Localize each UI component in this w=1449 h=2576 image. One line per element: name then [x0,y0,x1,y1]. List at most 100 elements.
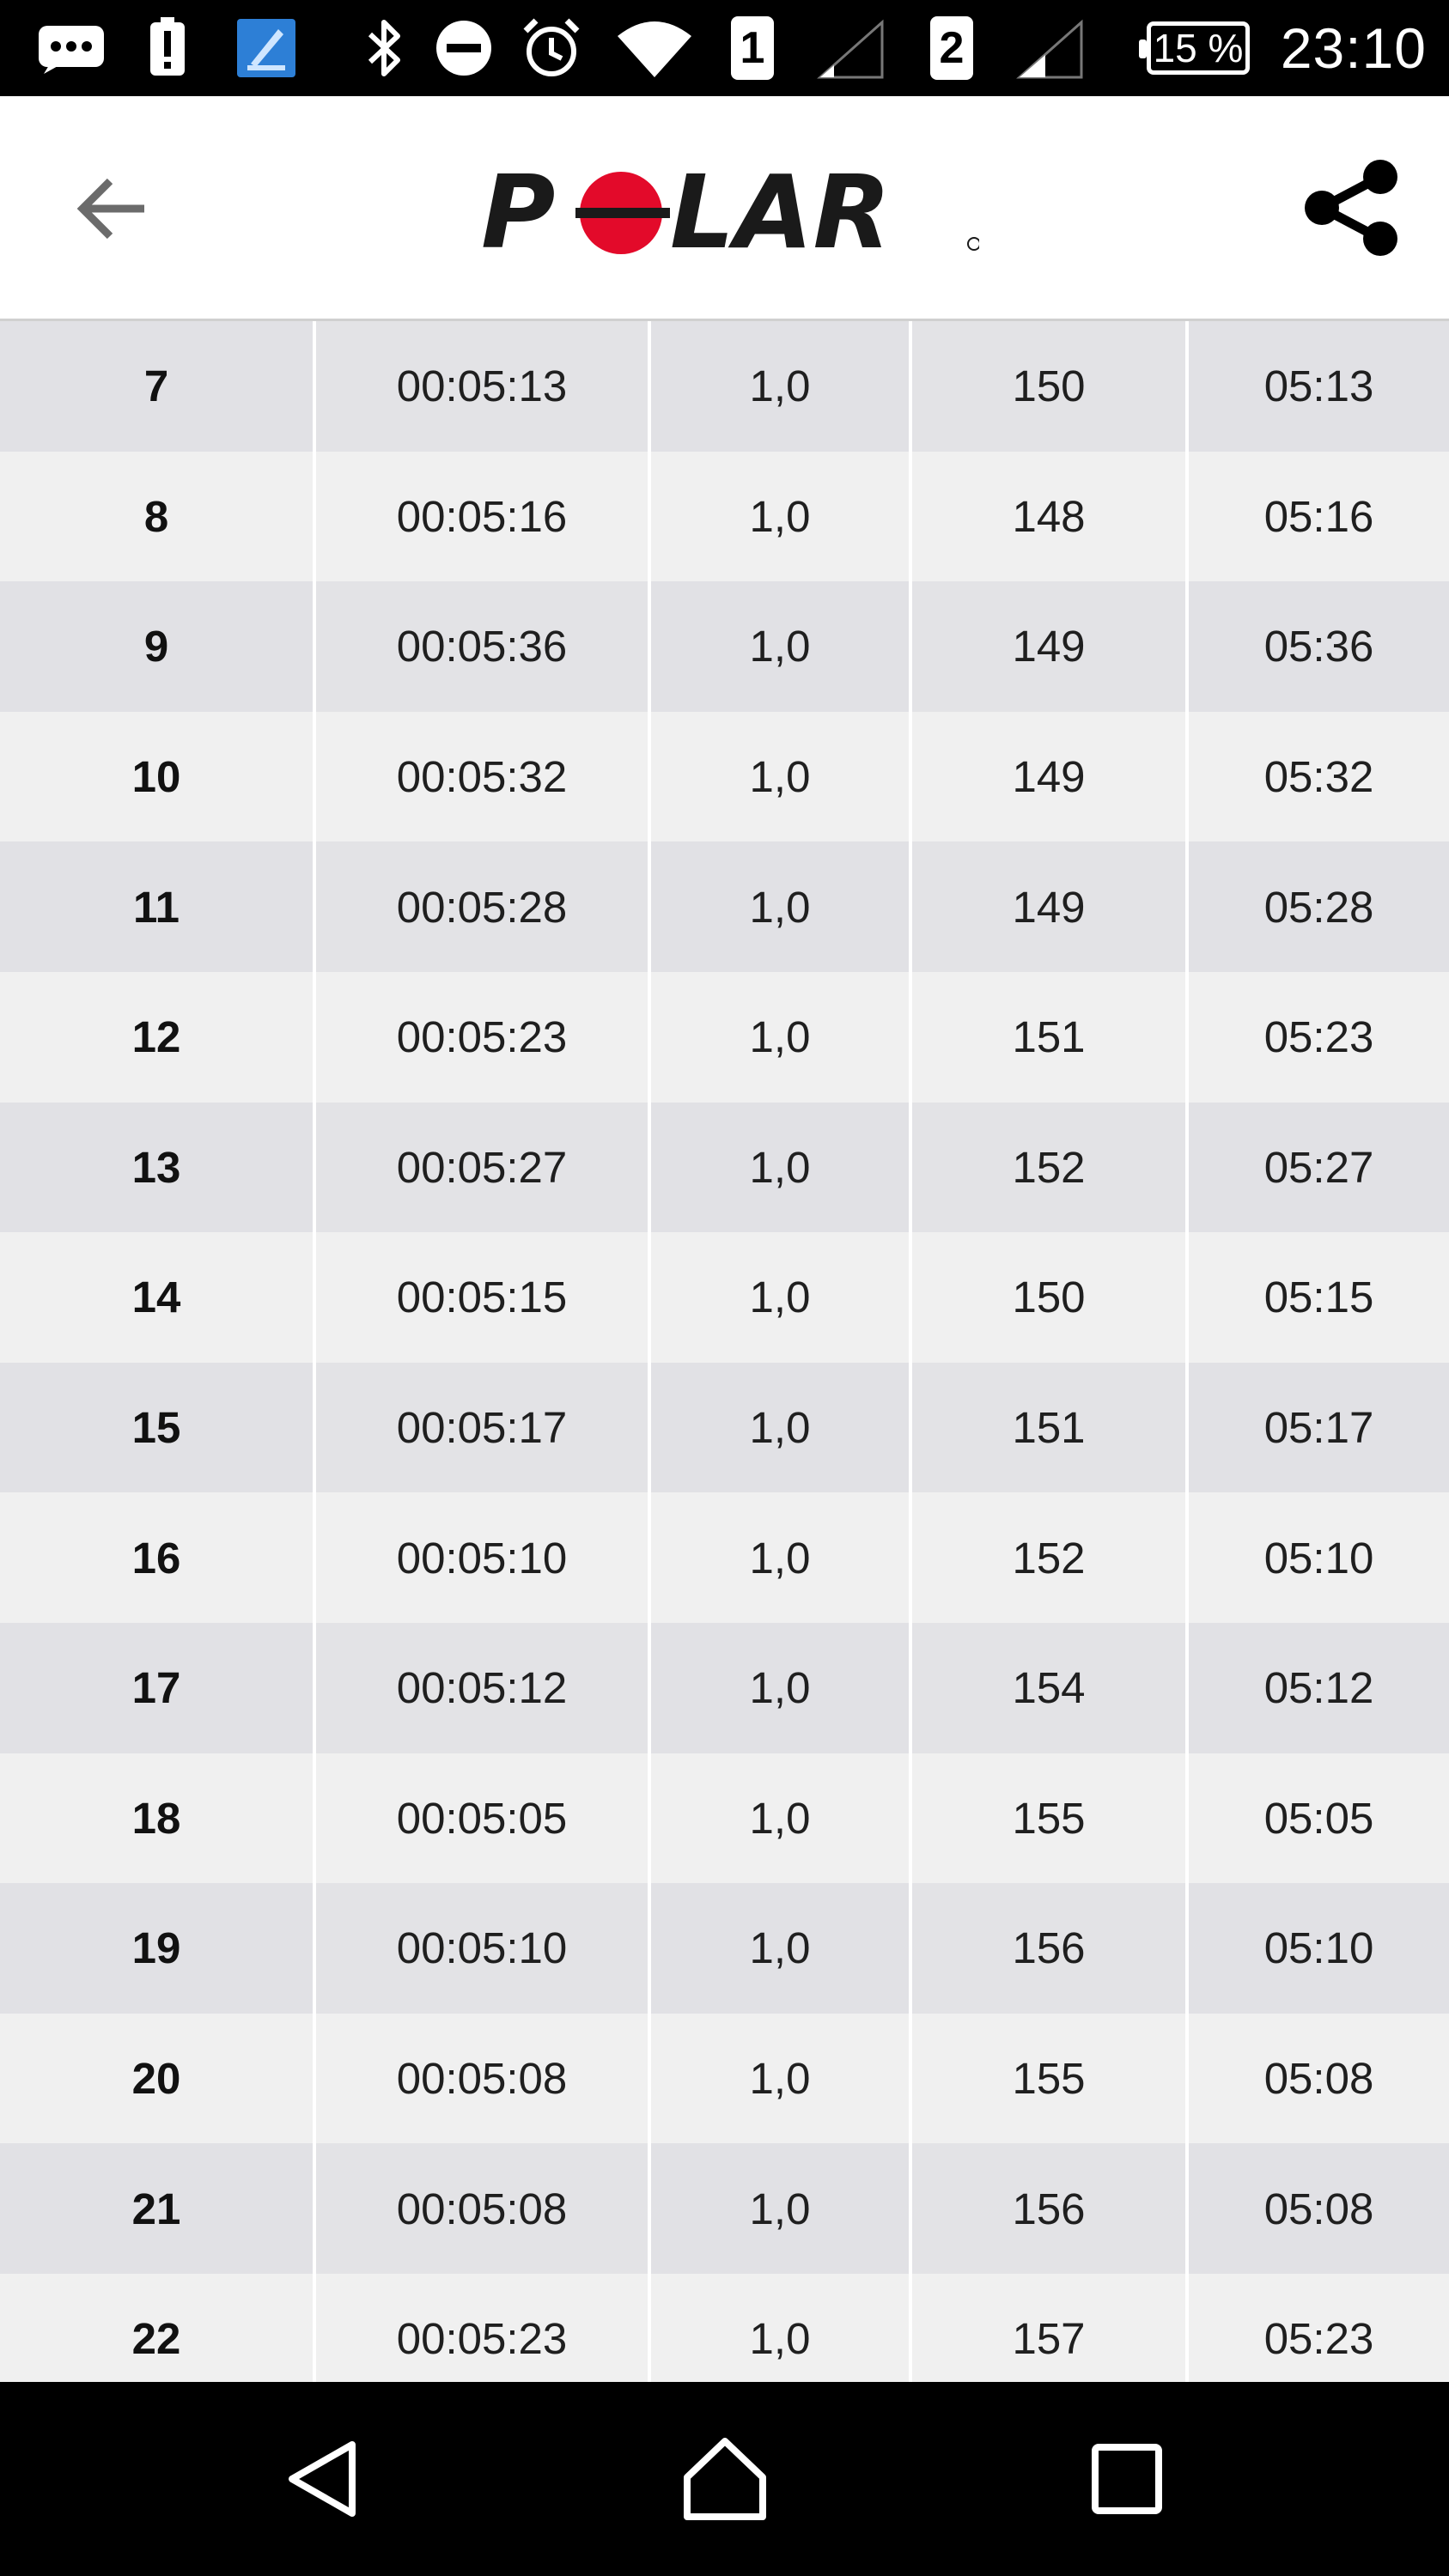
lap-distance: 1,0 [648,1102,910,1233]
lap-pace: 05:27 [1185,1102,1449,1233]
nav-back-button[interactable] [246,2415,400,2543]
lap-heart-rate: 157 [909,2273,1187,2382]
lap-heart-rate: 155 [909,1753,1187,1884]
lap-heart-rate: 155 [909,2013,1187,2144]
lap-duration: 00:05:10 [313,1883,649,2014]
lap-duration: 00:05:08 [313,2143,649,2274]
share-button[interactable] [1288,152,1417,264]
laps-table-body: 7 00:05:13 1,0 150 05:13 8 00:05:16 1,0 148 05:16… [0,321,1449,2382]
lap-number: 8 [0,451,314,582]
lap-duration: 00:05:28 [313,841,649,972]
lap-pace: 05:08 [1185,2143,1449,2274]
nav-back-icon [289,2441,356,2517]
lap-duration: 00:05:27 [313,1102,649,1233]
lap-pace: 05:10 [1185,1883,1449,2014]
nav-home-icon [684,2438,766,2520]
lap-duration: 00:05:13 [313,321,649,452]
share-icon [1305,160,1397,256]
lap-duration: 00:05:15 [313,1232,649,1363]
lap-duration: 00:05:23 [313,971,649,1103]
lap-distance: 1,0 [648,1622,910,1753]
table-row: 22 00:05:23 1,0 157 05:23 [0,2273,1449,2382]
lap-duration: 00:05:32 [313,711,649,842]
lap-heart-rate: 150 [909,321,1187,452]
lap-pace: 05:17 [1185,1362,1449,1493]
lap-distance: 1,0 [648,1232,910,1363]
lap-duration: 00:05:36 [313,581,649,712]
lap-duration: 00:05:17 [313,1362,649,1493]
lap-number: 22 [0,2273,314,2382]
navigation-bar [0,2382,1449,2576]
lap-number: 15 [0,1362,314,1493]
table-row: 11 00:05:28 1,0 149 05:28 [0,841,1449,972]
lap-heart-rate: 150 [909,1232,1187,1363]
lap-heart-rate: 156 [909,2143,1187,2274]
lap-pace: 05:23 [1185,2273,1449,2382]
alert-icon [142,0,193,96]
nav-home-button[interactable] [648,2415,802,2543]
lap-pace: 05:15 [1185,1232,1449,1363]
lap-number: 9 [0,581,314,712]
lap-distance: 1,0 [648,2013,910,2144]
back-button[interactable] [60,161,163,256]
lap-pace: 05:08 [1185,2013,1449,2144]
table-row: 18 00:05:05 1,0 155 05:05 [0,1753,1449,1884]
battery-icon: 15 % [1139,0,1254,96]
lap-pace: 05:23 [1185,971,1449,1103]
battery-percentage: 15 % [1153,26,1244,70]
clock: 23:10 [1280,16,1427,80]
lap-distance: 1,0 [648,1753,910,1884]
lap-heart-rate: 149 [909,711,1187,842]
lap-heart-rate: 152 [909,1492,1187,1623]
lap-duration: 00:05:23 [313,2273,649,2382]
table-row: 10 00:05:32 1,0 149 05:32 [0,711,1449,842]
lap-number: 7 [0,321,314,452]
table-row: 19 00:05:10 1,0 156 05:10 [0,1883,1449,2014]
table-row: 17 00:05:12 1,0 154 05:12 [0,1622,1449,1753]
lap-pace: 05:05 [1185,1753,1449,1884]
table-row: 15 00:05:17 1,0 151 05:17 [0,1362,1449,1493]
status-bar: 1 2 15 % 23:10 [0,0,1449,96]
lap-pace: 05:10 [1185,1492,1449,1623]
lap-number: 11 [0,841,314,972]
sim1-icon: 1 [728,0,776,96]
table-row: 7 00:05:13 1,0 150 05:13 [0,321,1449,452]
lap-heart-rate: 154 [909,1622,1187,1753]
lap-duration: 00:05:12 [313,1622,649,1753]
table-row: 20 00:05:08 1,0 155 05:08 [0,2013,1449,2144]
lap-number: 12 [0,971,314,1103]
lap-heart-rate: 151 [909,971,1187,1103]
lap-distance: 1,0 [648,321,910,452]
lap-distance: 1,0 [648,1492,910,1623]
table-row: 16 00:05:10 1,0 152 05:10 [0,1492,1449,1623]
lap-pace: 05:28 [1185,841,1449,972]
nav-recents-button[interactable] [1050,2415,1204,2543]
table-row: 12 00:05:23 1,0 151 05:23 [0,971,1449,1103]
lap-pace: 05:16 [1185,451,1449,582]
lap-number: 19 [0,1883,314,2014]
back-arrow-icon [76,178,144,240]
lap-distance: 1,0 [648,1362,910,1493]
lap-pace: 05:13 [1185,321,1449,452]
sim2-icon: 2 [928,0,976,96]
dnd-icon [433,0,495,96]
bluetooth-icon [359,0,411,96]
app-icon [234,0,299,96]
laps-table[interactable]: 7 00:05:13 1,0 150 05:13 8 00:05:16 1,0 148 05:16… [0,321,1449,2382]
lap-number: 18 [0,1753,314,1884]
signal-icon [1014,0,1087,96]
lap-heart-rate: 152 [909,1102,1187,1233]
lap-heart-rate: 149 [909,581,1187,712]
lap-heart-rate: 149 [909,841,1187,972]
lap-distance: 1,0 [648,2273,910,2382]
lap-distance: 1,0 [648,1883,910,2014]
lap-duration: 00:05:08 [313,2013,649,2144]
table-row: 21 00:05:08 1,0 156 05:08 [0,2143,1449,2274]
polar-logo: P LAR [481,153,981,271]
lap-number: 17 [0,1622,314,1753]
lap-distance: 1,0 [648,841,910,972]
lap-number: 14 [0,1232,314,1363]
signal-icon [814,0,888,96]
lap-distance: 1,0 [648,581,910,712]
table-row: 13 00:05:27 1,0 152 05:27 [0,1102,1449,1233]
